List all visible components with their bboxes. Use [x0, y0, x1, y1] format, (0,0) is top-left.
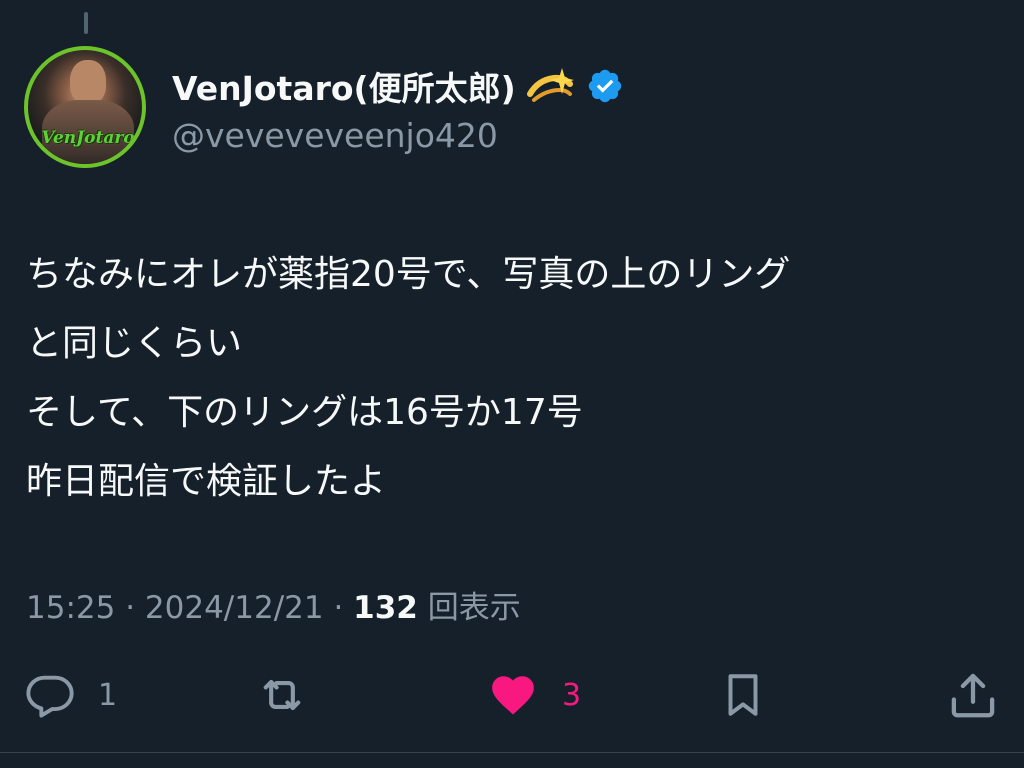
- avatar-logo-text: VenJotaro: [41, 128, 135, 148]
- meta-separator: ·: [115, 590, 145, 626]
- author-display-name[interactable]: VenJotaro(便所太郎): [172, 62, 624, 110]
- share-icon: [951, 673, 995, 718]
- like-count: 3: [562, 677, 582, 713]
- thread-connector-line: [84, 12, 88, 34]
- tweet-text-line: 昨日配信で検証したよ: [26, 461, 387, 502]
- reply-count: 1: [98, 677, 118, 713]
- share-button[interactable]: [946, 660, 1000, 730]
- action-bar: 1 3: [0, 660, 1024, 730]
- author-handle[interactable]: @veveveveenjo420: [172, 116, 498, 155]
- tweet-date[interactable]: 2024/12/21: [145, 590, 324, 626]
- meta-separator: ·: [323, 590, 354, 626]
- reply-button[interactable]: 1: [24, 660, 117, 730]
- reply-icon: [26, 675, 74, 718]
- tweet-text-line: そして、下のリングは16号か17号: [26, 392, 583, 433]
- verified-badge-icon: [586, 67, 624, 105]
- views-count: 132: [353, 590, 418, 626]
- sparkle-icon: [524, 64, 574, 108]
- avatar-head-shape: [70, 60, 106, 104]
- tweet-text-line: ちなみにオレが薬指20号で、写真の上のリング: [26, 254, 791, 295]
- views-label: 回表示: [427, 590, 521, 626]
- tweet-meta: 15:25 · 2024/12/21 · 132 回表示: [26, 582, 521, 627]
- avatar[interactable]: VenJotaro: [24, 46, 146, 168]
- tweet-body: ちなみにオレが薬指20号で、写真の上のリング と同じくらい そして、下のリングは…: [26, 240, 1001, 516]
- bookmark-icon: [728, 674, 758, 716]
- like-button[interactable]: 3: [486, 660, 581, 730]
- tweet-text-line: と同じくらい: [26, 323, 243, 364]
- retweet-icon: [263, 679, 301, 711]
- tweet-time[interactable]: 15:25: [26, 590, 115, 626]
- retweet-button[interactable]: [254, 660, 332, 730]
- heart-icon: [492, 676, 534, 715]
- bookmark-button[interactable]: [718, 660, 768, 730]
- divider: [0, 752, 1024, 753]
- author-name-text: VenJotaro(便所太郎): [172, 69, 516, 108]
